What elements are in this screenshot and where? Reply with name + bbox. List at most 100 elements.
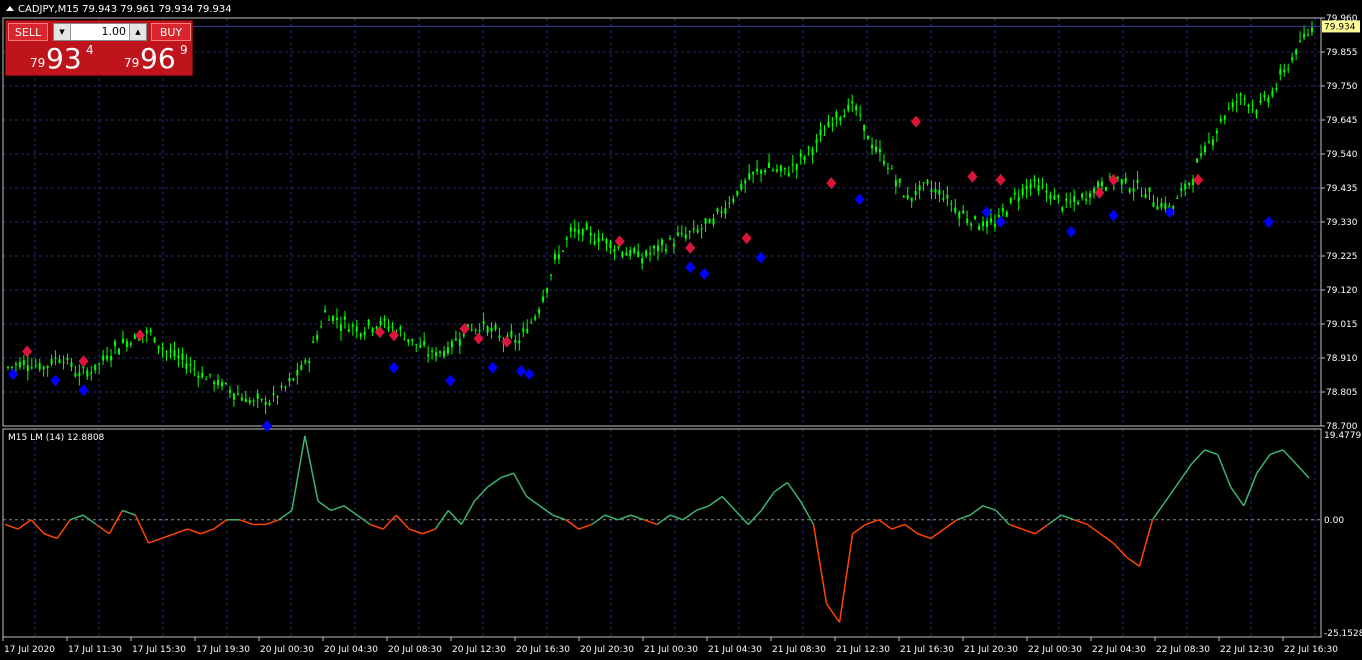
candle-body xyxy=(371,328,374,334)
time-tick-label: 22 Jul 16:30 xyxy=(1284,645,1338,655)
candle-body xyxy=(213,381,216,385)
candle-body xyxy=(18,361,21,368)
candle-body xyxy=(240,397,243,401)
indicator-segment xyxy=(1099,533,1114,544)
candle-body xyxy=(304,360,307,363)
lot-size-field[interactable]: ▼ 1.00 ▲ xyxy=(53,23,147,41)
candle-body xyxy=(997,214,1000,218)
indicator-segment xyxy=(1191,449,1206,465)
candle-body xyxy=(1259,100,1262,103)
candle-body xyxy=(565,237,568,240)
candle-body xyxy=(1073,196,1076,203)
candle-body xyxy=(629,250,632,256)
candle-body xyxy=(569,226,572,232)
candle-body xyxy=(589,232,592,236)
candle-body xyxy=(756,168,759,172)
sell-price-prefix: 79 xyxy=(30,56,46,70)
buy-price[interactable]: 79 96 9 xyxy=(102,42,192,75)
price-tick-label: 79.225 xyxy=(1326,252,1358,262)
sell-signal-marker xyxy=(473,332,484,345)
sell-button[interactable]: SELL xyxy=(8,23,48,41)
indicator-segment xyxy=(239,519,254,526)
candle-body xyxy=(882,161,885,165)
indicator-segment xyxy=(422,528,436,535)
candle-body xyxy=(62,362,65,364)
candle-body xyxy=(645,250,648,257)
candle-body xyxy=(312,341,315,343)
candle-body xyxy=(383,318,386,321)
candle-body xyxy=(78,372,81,377)
candle-body xyxy=(538,309,541,314)
candle-body xyxy=(450,341,453,348)
time-tick-label: 17 Jul 2020 xyxy=(4,645,55,655)
indicator-segment xyxy=(148,537,162,544)
candle-body xyxy=(486,326,489,333)
candle-body xyxy=(236,393,239,395)
candle-body xyxy=(847,104,850,111)
collapse-icon[interactable] xyxy=(6,6,14,11)
candle-body xyxy=(1069,201,1072,203)
candle-body xyxy=(684,234,687,239)
candle-body xyxy=(930,188,933,192)
one-click-trading-panel: SELL ▼ 1.00 ▲ BUY 79 93 4 79 96 9 xyxy=(5,20,193,76)
candle-body xyxy=(1037,184,1040,192)
candle-body xyxy=(114,341,117,347)
candle-body xyxy=(288,378,291,382)
indicator-segment xyxy=(852,523,867,535)
buy-signal-marker xyxy=(995,216,1006,228)
candle-body xyxy=(601,239,604,241)
chevron-down-icon[interactable]: ▼ xyxy=(54,24,71,40)
price-tick-label: 79.330 xyxy=(1326,218,1358,228)
candle-body xyxy=(1235,101,1238,103)
candle-body xyxy=(221,382,224,387)
candle-body xyxy=(712,218,715,225)
chevron-up-icon[interactable]: ▲ xyxy=(129,24,146,40)
lot-size-value[interactable]: 1.00 xyxy=(72,24,128,40)
time-tick-label: 20 Jul 04:30 xyxy=(324,645,378,655)
indicator-segment xyxy=(865,519,879,526)
indicator-segment xyxy=(304,435,319,502)
indicator-segment xyxy=(473,486,489,502)
indicator-segment xyxy=(721,495,736,511)
candle-body xyxy=(934,189,937,193)
candle-body xyxy=(228,389,231,394)
time-axis: 17 Jul 2020 17 Jul 11:30 17 Jul 15:30 17 Ju… xyxy=(2,637,1338,655)
candle-body xyxy=(1001,208,1004,212)
candle-body xyxy=(70,362,73,367)
candle-body xyxy=(696,229,699,233)
candle-body xyxy=(831,124,834,126)
candle-body xyxy=(435,352,438,357)
candle-body xyxy=(268,402,271,405)
candle-body xyxy=(1160,202,1163,208)
sell-signal-marker xyxy=(1193,173,1204,186)
candle-body xyxy=(1184,183,1187,190)
candle-body xyxy=(117,348,120,355)
candle-body xyxy=(1140,195,1143,197)
candle-body xyxy=(300,365,303,370)
candle-body xyxy=(779,165,782,172)
candle-body xyxy=(1120,179,1123,185)
candle-body xyxy=(1180,188,1183,191)
candle-body xyxy=(688,231,691,233)
candle-body xyxy=(993,223,996,228)
indicator-segment xyxy=(760,491,775,511)
candle-body xyxy=(1093,188,1096,193)
candle-body xyxy=(454,338,457,341)
buy-button[interactable]: BUY xyxy=(151,23,191,41)
candle-body xyxy=(10,366,13,368)
trading-chart[interactable]: 79.96079.85579.75079.64579.54079.43579.3… xyxy=(0,0,1362,660)
candle-body xyxy=(530,322,533,324)
indicator-segment xyxy=(1112,542,1127,558)
indicator-segment xyxy=(43,533,58,540)
time-tick-label: 21 Jul 16:30 xyxy=(900,645,954,655)
indicator-segment xyxy=(1256,454,1271,474)
sell-price[interactable]: 79 93 4 xyxy=(8,42,98,75)
main-grid xyxy=(3,17,1321,427)
buy-signal-marker xyxy=(1066,225,1077,238)
indicator-segment xyxy=(734,509,749,525)
candle-body xyxy=(58,359,61,363)
candle-body xyxy=(1033,179,1036,182)
sell-signal-marker xyxy=(78,355,89,368)
candle-body xyxy=(54,357,57,359)
indicator-segment xyxy=(1021,528,1036,535)
